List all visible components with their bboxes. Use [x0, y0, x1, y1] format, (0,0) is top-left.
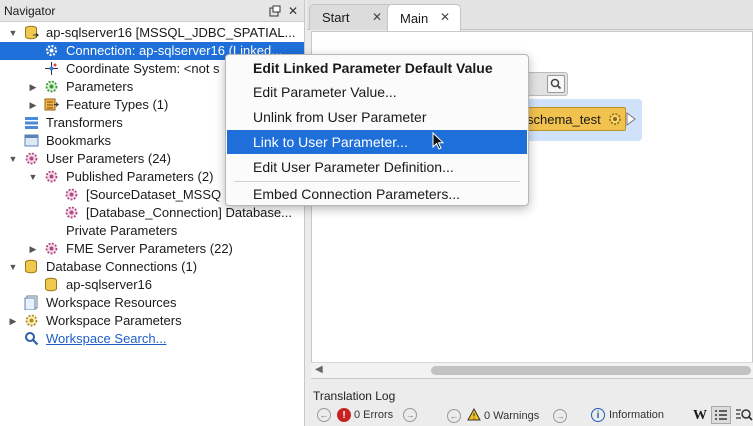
- database-icon: [24, 259, 39, 274]
- word-wrap-icon[interactable]: W: [693, 408, 707, 424]
- writer-node[interactable]: schema_test: [522, 107, 626, 131]
- mouse-cursor-icon: [432, 131, 445, 153]
- tree-item-workspace-parameters[interactable]: ▶ Workspace Parameters: [0, 312, 304, 330]
- bookmark-icon: [24, 133, 39, 148]
- chevron-right-icon[interactable]: ▶: [8, 316, 18, 326]
- close-tab-icon[interactable]: ✕: [440, 10, 450, 24]
- warnings-filter[interactable]: ← 0 Warnings →: [447, 407, 568, 424]
- tree-item-private-parameters[interactable]: Private Parameters: [0, 222, 304, 240]
- server-parameters-icon: [44, 241, 59, 256]
- previous-icon[interactable]: ←: [317, 408, 331, 422]
- close-tab-icon[interactable]: ✕: [372, 10, 382, 24]
- output-port-icon[interactable]: [626, 112, 636, 129]
- user-parameters-icon: [24, 151, 39, 166]
- published-parameters-icon: [44, 169, 59, 184]
- search-log-icon[interactable]: [735, 407, 753, 426]
- menu-item-edit-linked-default[interactable]: Edit Linked Parameter Default Value: [227, 56, 527, 80]
- translation-log-title: Translation Log: [313, 389, 396, 403]
- workspace-search-link[interactable]: Workspace Search...: [46, 331, 166, 346]
- next-icon[interactable]: →: [403, 408, 418, 422]
- scroll-left-icon[interactable]: ◀: [315, 364, 323, 375]
- tab-main[interactable]: Main ✕: [387, 4, 461, 31]
- chevron-right-icon[interactable]: ▶: [28, 82, 38, 92]
- menu-item-unlink-user-parameter[interactable]: Unlink from User Parameter: [227, 105, 527, 129]
- menu-item-embed-connection-parameters[interactable]: Embed Connection Parameters...: [227, 182, 527, 206]
- tree-item-database-connections[interactable]: ▼ Database Connections (1): [0, 258, 304, 276]
- transformers-icon: [24, 115, 39, 130]
- gear-icon: [44, 43, 59, 58]
- parameter-icon: [64, 187, 79, 202]
- translation-log-panel: Translation Log ← ! 0 Errors → ← 0 Warni…: [311, 386, 753, 426]
- parameters-gear-icon: [44, 79, 59, 94]
- tab-bar: Start ✕ Main ✕: [307, 0, 753, 31]
- chevron-right-icon[interactable]: ▶: [28, 100, 38, 110]
- menu-item-link-to-user-parameter[interactable]: Link to User Parameter...: [227, 130, 527, 154]
- database-icon: [44, 277, 59, 292]
- gear-icon[interactable]: [607, 111, 623, 130]
- close-icon[interactable]: ✕: [286, 4, 300, 18]
- feature-type-icon: [44, 97, 60, 112]
- database-writer-icon: [24, 25, 40, 40]
- menu-item-edit-user-parameter-definition[interactable]: Edit User Parameter Definition...: [227, 155, 527, 179]
- chevron-right-icon[interactable]: ▶: [28, 244, 38, 254]
- navigator-title: Navigator: [4, 3, 56, 18]
- error-icon: !: [337, 408, 351, 422]
- tree-item-fme-server-parameters[interactable]: ▶ FME Server Parameters (22): [0, 240, 304, 258]
- context-menu: Edit Linked Parameter Default Value Edit…: [225, 54, 529, 206]
- inspect-icon[interactable]: [547, 75, 565, 93]
- tree-item-writer-ap-sqlserver16[interactable]: ▼ ap-sqlserver16 [MSSQL_JDBC_SPATIAL...: [0, 24, 304, 42]
- errors-filter[interactable]: ← ! 0 Errors →: [317, 408, 418, 422]
- parameter-icon: [64, 205, 79, 220]
- chevron-down-icon[interactable]: ▼: [8, 154, 18, 164]
- workspace-parameters-icon: [24, 313, 39, 328]
- undock-icon[interactable]: [268, 4, 282, 18]
- previous-icon[interactable]: ←: [447, 409, 461, 423]
- tree-item-workspace-search[interactable]: Workspace Search...: [0, 330, 304, 348]
- canvas-horizontal-scrollbar[interactable]: ◀: [311, 362, 753, 378]
- next-icon[interactable]: →: [553, 409, 568, 423]
- navigator-header: Navigator ✕: [0, 0, 304, 22]
- info-icon: i: [591, 408, 605, 422]
- menu-item-edit-parameter-value[interactable]: Edit Parameter Value...: [227, 80, 527, 104]
- scrollbar-thumb[interactable]: [431, 366, 751, 375]
- tab-start[interactable]: Start ✕: [309, 4, 393, 30]
- chevron-down-icon[interactable]: ▼: [28, 172, 38, 182]
- chevron-down-icon[interactable]: ▼: [8, 28, 18, 38]
- chevron-down-icon[interactable]: ▼: [8, 262, 18, 272]
- tree-item-connection-ap-sqlserver16[interactable]: ap-sqlserver16: [0, 276, 304, 294]
- tree-item-workspace-resources[interactable]: Workspace Resources: [0, 294, 304, 312]
- warning-icon: [467, 407, 481, 424]
- search-icon: [24, 331, 39, 346]
- information-filter[interactable]: i Information: [591, 408, 664, 422]
- workspace-resources-icon: [24, 295, 39, 311]
- list-view-icon[interactable]: [711, 406, 731, 424]
- tree-item-database-connection-param[interactable]: [Database_Connection] Database...: [0, 204, 304, 222]
- coordinate-system-icon: [44, 61, 59, 76]
